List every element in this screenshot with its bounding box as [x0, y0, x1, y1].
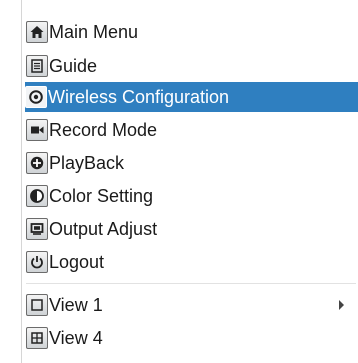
menu-item-label: PlayBack: [49, 153, 125, 173]
monitor-icon: [26, 218, 48, 240]
single-view-icon: [26, 294, 48, 316]
wireless-icon: [25, 86, 47, 108]
menu-item-label: View 1: [49, 295, 103, 315]
menu-item-label: Guide: [49, 56, 98, 76]
menu-item-main-menu[interactable]: Main Menu: [26, 17, 356, 47]
menu-item-wireless-configuration[interactable]: Wireless Configuration: [25, 82, 358, 112]
menu-separator: [26, 283, 356, 284]
color-contrast-icon: [26, 185, 48, 207]
submenu-arrow-icon: [339, 300, 344, 310]
menu-item-label: Color Setting: [49, 186, 154, 206]
menu-item-guide[interactable]: Guide: [26, 51, 356, 81]
menu-item-playback[interactable]: PlayBack: [26, 148, 356, 178]
home-icon: [26, 21, 48, 43]
menu-item-label: Main Menu: [49, 22, 139, 42]
menu-item-label: Logout: [49, 252, 105, 272]
power-icon: [26, 251, 48, 273]
menu-item-label: Wireless Configuration: [48, 87, 230, 107]
document-icon: [26, 55, 48, 77]
menu-item-output-adjust[interactable]: Output Adjust: [26, 214, 356, 244]
menu-item-logout[interactable]: Logout: [26, 247, 356, 277]
context-menu: Main Menu Guide Wireless Configuration R…: [21, 0, 358, 363]
menu-item-view-1[interactable]: View 1: [26, 290, 356, 320]
menu-item-label: Record Mode: [49, 120, 158, 140]
playback-icon: [26, 152, 48, 174]
menu-item-label: View 4: [49, 328, 103, 348]
video-camera-icon: [26, 119, 48, 141]
menu-item-view-4[interactable]: View 4: [26, 323, 356, 353]
menu-item-color-setting[interactable]: Color Setting: [26, 181, 356, 211]
quad-view-icon: [26, 327, 48, 349]
menu-item-label: Output Adjust: [49, 219, 158, 239]
menu-item-record-mode[interactable]: Record Mode: [26, 115, 356, 145]
